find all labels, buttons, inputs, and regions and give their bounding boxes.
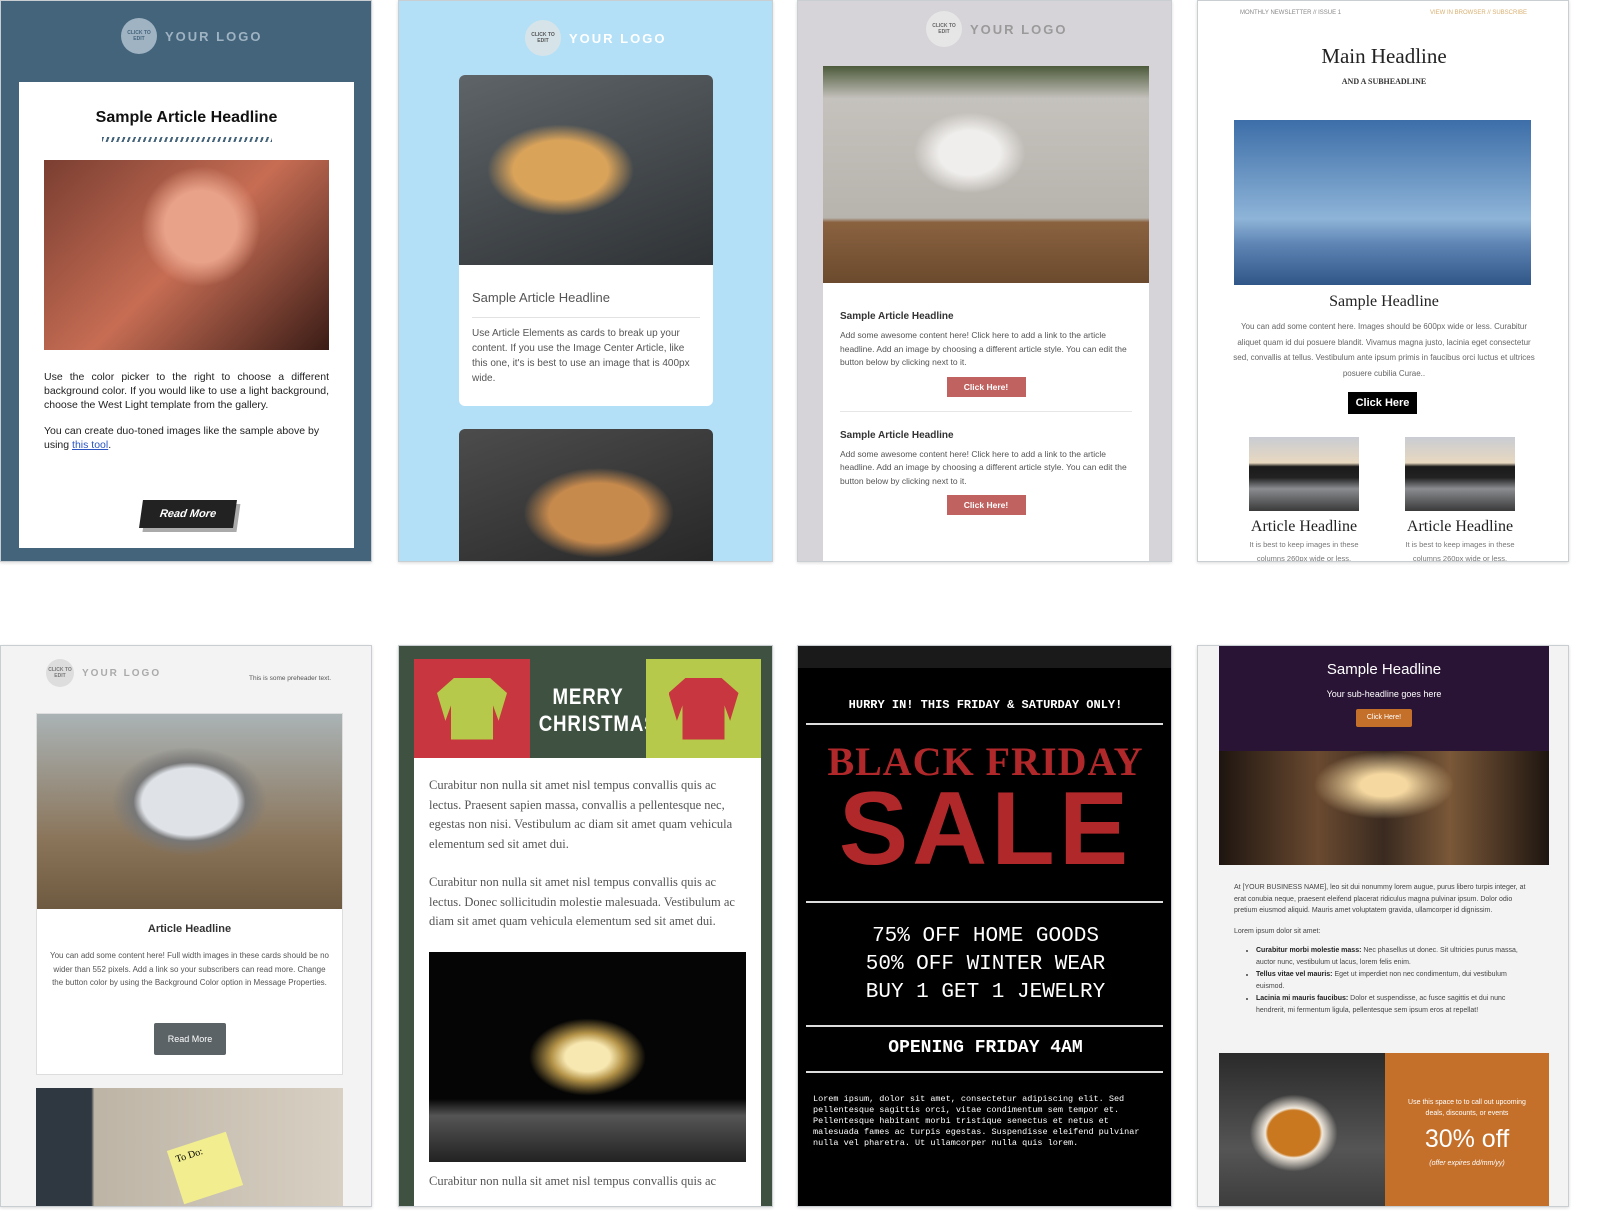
read-more-button[interactable]: Read More bbox=[139, 500, 237, 528]
column-body: It is best to keep images in these colum… bbox=[1405, 540, 1515, 562]
click-here-button[interactable]: Click Here bbox=[1348, 392, 1417, 414]
article-headline: Sample Article Headline bbox=[840, 429, 954, 441]
logo: CLICK TO EDIT YOUR LOGO bbox=[525, 20, 666, 56]
logo-text: YOUR LOGO bbox=[82, 667, 162, 679]
bullet-title: Tellus vitae vel mauris: bbox=[1256, 971, 1333, 978]
opening-text: OPENING FRIDAY 4AM bbox=[888, 1038, 1083, 1058]
logo-badge: CLICK TO EDIT bbox=[525, 20, 561, 56]
dog-image-2 bbox=[459, 429, 713, 561]
divider-pattern bbox=[101, 137, 272, 142]
sweater-icon bbox=[437, 677, 507, 740]
article-headline: Sample Article Headline bbox=[840, 311, 954, 322]
logo: CLICK TO EDIT YOUR LOGO bbox=[926, 11, 1067, 47]
template-card-cards-gray[interactable]: CLICK TO EDIT YOUR LOGO This is some preh… bbox=[0, 645, 372, 1207]
bullet-title: Curabitur morbi molestie mass: bbox=[1256, 947, 1362, 954]
promo-discount: 30% off bbox=[1424, 1125, 1510, 1153]
article: Sample Article Headline Add some awesome… bbox=[840, 410, 1132, 515]
list-intro: Lorem ipsum dolor sit amet: bbox=[1234, 927, 1321, 935]
card-body: You can add some content here! Full widt… bbox=[50, 951, 329, 987]
logo-text: YOUR LOGO bbox=[165, 28, 263, 44]
banner-text: HURRY IN! THIS FRIDAY & SATURDAY ONLY! bbox=[848, 698, 1123, 712]
offer-line: 50% OFF WINTER WEAR bbox=[865, 953, 1106, 976]
bullet-title: Lacinia mi mauris faucibus: bbox=[1256, 995, 1349, 1002]
lake-image bbox=[1249, 437, 1359, 511]
article-body: Add some awesome content here! Click her… bbox=[840, 448, 1127, 486]
preheader-left: MONTHLY NEWSLETTER // ISSUE 1 bbox=[1240, 10, 1342, 16]
preheader-text: This is some preheader text. bbox=[249, 675, 332, 682]
promo-expiry: (offer expires dd/mm/yy) bbox=[1429, 1160, 1505, 1167]
title-sale: SALE bbox=[838, 771, 1133, 887]
section-headline: Sample Headline bbox=[1329, 293, 1439, 310]
mountain-image bbox=[1234, 120, 1531, 285]
card-body: Use Article Elements as cards to break u… bbox=[472, 328, 690, 384]
column-article: Article Headline It is best to keep imag… bbox=[1249, 437, 1359, 562]
lake-image bbox=[1405, 437, 1515, 511]
template-card-west-dark[interactable]: CLICK TO EDIT YOUR LOGO Sample Article He… bbox=[0, 0, 372, 562]
title-christmas: CHRISTMAS bbox=[538, 711, 658, 736]
body-text: . bbox=[108, 439, 112, 451]
template-card-cards-blue[interactable]: CLICK TO EDIT YOUR LOGO Sample Article He… bbox=[398, 0, 773, 562]
template-card-plants[interactable]: CLICK TO EDIT YOUR LOGO Sample Article He… bbox=[797, 0, 1172, 562]
logo-text: YOUR LOGO bbox=[970, 21, 1068, 37]
paragraph: Curabitur non nulla sit amet nisl tempus… bbox=[429, 778, 733, 851]
sticky-note: To Do: bbox=[166, 1131, 244, 1205]
intro-text: At [YOUR BUSINESS NAME], leo sit dui non… bbox=[1234, 884, 1526, 914]
template-card-black-friday[interactable]: HURRY IN! THIS FRIDAY & SATURDAY ONLY! B… bbox=[797, 645, 1172, 1207]
paragraph: Curabitur non nulla sit amet nisl tempus… bbox=[429, 875, 735, 928]
paragraph: Curabitur non nulla sit amet nisl tempus… bbox=[429, 1173, 717, 1188]
column-headline: Article Headline bbox=[1406, 518, 1514, 535]
click-here-button[interactable]: Click Here! bbox=[946, 495, 1026, 515]
logo-text: YOUR LOGO bbox=[569, 30, 667, 46]
list-item: Tellus vitae vel mauris: Eget ut imperdi… bbox=[1256, 969, 1534, 992]
beer-image bbox=[1219, 1053, 1385, 1206]
article-body-2: You can create duo-toned images like the… bbox=[44, 424, 329, 452]
street-image bbox=[1219, 751, 1549, 865]
column-body: It is best to keep images in these colum… bbox=[1249, 540, 1359, 562]
list-item: Lacinia mi mauris faucibus: Dolor et sus… bbox=[1256, 993, 1534, 1016]
sweater-panel-left bbox=[414, 659, 530, 758]
body-text: Lorem ipsum, dolor sit amet, consectetur… bbox=[813, 1094, 1140, 1148]
column-headline: Article Headline bbox=[1250, 518, 1358, 535]
headline: Sample Headline bbox=[1326, 661, 1442, 678]
dog-image bbox=[459, 75, 713, 265]
logo-badge: CLICK TO EDIT bbox=[121, 18, 157, 54]
plants-image bbox=[823, 66, 1149, 283]
sweater-icon bbox=[668, 677, 739, 740]
laptop-image bbox=[37, 714, 342, 909]
click-here-button[interactable]: Click Here! bbox=[946, 376, 1026, 397]
tree-image bbox=[429, 951, 746, 1162]
view-in-browser-link[interactable]: VIEW IN BROWSER // SUBSCRIBE bbox=[1430, 10, 1527, 16]
logo: CLICK TO EDIT YOUR LOGO bbox=[46, 659, 161, 687]
logo: CLICK TO EDIT YOUR LOGO bbox=[121, 18, 262, 54]
promo-text: Use this space to to call out upcoming d… bbox=[1408, 1099, 1526, 1117]
offer-line: BUY 1 GET 1 JEWELRY bbox=[865, 981, 1106, 1004]
duotone-image bbox=[44, 160, 329, 350]
todo-image: To Do: bbox=[36, 1088, 343, 1206]
article-body: Use the color picker to the right to cho… bbox=[44, 371, 329, 411]
template-card-christmas[interactable]: MERRY CHRISTMAS Curabitur non nulla sit … bbox=[398, 645, 773, 1207]
note-text: To Do: bbox=[174, 1146, 205, 1166]
template-card-business[interactable]: Sample Headline Your sub-headline goes h… bbox=[1197, 645, 1569, 1207]
article-headline: Sample Article Headline bbox=[95, 109, 278, 126]
logo-badge: CLICK TO EDIT bbox=[46, 659, 74, 687]
subheadline: AND A SUBHEADLINE bbox=[1341, 77, 1427, 86]
title-merry: MERRY bbox=[552, 684, 624, 709]
list-item: Curabitur morbi molestie mass: Nec phase… bbox=[1256, 945, 1534, 968]
card-headline: Sample Article Headline bbox=[472, 290, 611, 305]
column-article: Article Headline It is best to keep imag… bbox=[1405, 437, 1515, 562]
sweater-panel-right bbox=[646, 659, 761, 758]
article-body: Add some awesome content here! Click her… bbox=[840, 330, 1127, 367]
template-card-newsletter[interactable]: MONTHLY NEWSLETTER // ISSUE 1 VIEW IN BR… bbox=[1197, 0, 1569, 562]
read-more-button[interactable]: Read More bbox=[154, 1023, 226, 1055]
article: Sample Article Headline Add some awesome… bbox=[823, 283, 1149, 397]
main-headline: Main Headline bbox=[1321, 44, 1447, 68]
section-body: You can add some content here. Images sh… bbox=[1233, 322, 1535, 378]
this-tool-link[interactable]: this tool bbox=[72, 439, 108, 451]
card-headline: Article Headline bbox=[147, 923, 232, 935]
click-here-button[interactable]: Click Here! bbox=[1356, 709, 1412, 727]
subheadline: Your sub-headline goes here bbox=[1326, 689, 1442, 699]
offer-line: 75% OFF HOME GOODS bbox=[872, 925, 1099, 948]
logo-badge: CLICK TO EDIT bbox=[926, 11, 962, 47]
